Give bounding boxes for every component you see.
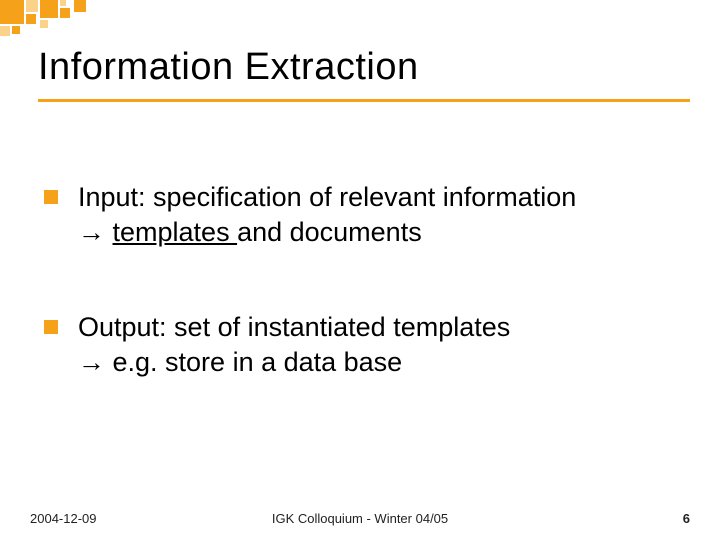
list-item: Input: specification of relevant informa… bbox=[44, 180, 680, 250]
list-item: Output: set of instantiated templates → … bbox=[44, 310, 680, 380]
rest: and documents bbox=[237, 217, 422, 247]
line: Output: set of instantiated templates bbox=[78, 312, 510, 342]
corner-decoration bbox=[0, 0, 200, 40]
line: Input: specification of relevant informa… bbox=[78, 182, 576, 212]
bullet-icon bbox=[44, 320, 58, 334]
templates-underlined: templates bbox=[113, 217, 238, 247]
bullet-icon bbox=[44, 190, 58, 204]
page-title: Information Extraction bbox=[38, 46, 690, 89]
content: Input: specification of relevant informa… bbox=[44, 180, 680, 440]
arrow-icon: → bbox=[78, 217, 105, 247]
arrow-icon: → bbox=[78, 347, 105, 377]
rest: e.g. store in a data base bbox=[105, 347, 402, 377]
item-text: Input: specification of relevant informa… bbox=[78, 180, 576, 250]
footer-center: IGK Colloquium - Winter 04/05 bbox=[0, 511, 720, 526]
item-text: Output: set of instantiated templates → … bbox=[78, 310, 510, 380]
footer-page: 6 bbox=[683, 511, 690, 526]
title-underline bbox=[38, 99, 690, 102]
title-block: Information Extraction bbox=[38, 46, 690, 102]
